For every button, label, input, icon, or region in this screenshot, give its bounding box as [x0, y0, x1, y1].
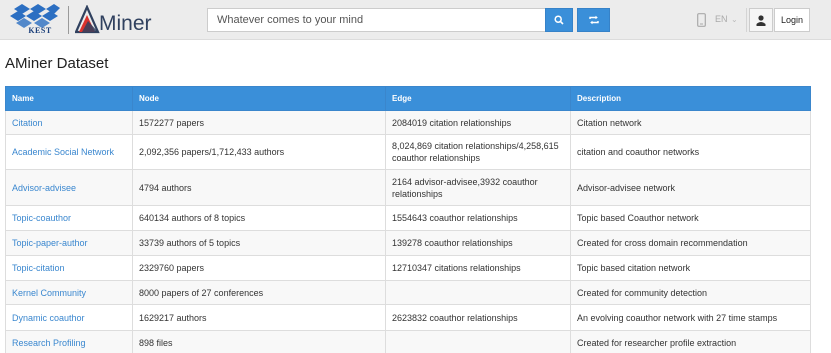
table-row: Dynamic coauthor 1629217 authors 2623832…	[5, 304, 811, 331]
node-cell: 898 files	[132, 330, 386, 353]
description-cell: Created for community detection	[570, 280, 811, 305]
dataset-link[interactable]: Kernel Community	[12, 288, 86, 298]
user-button[interactable]	[749, 8, 773, 32]
top-navigation-bar: KEST Miner Whatever comes to your mind E…	[0, 0, 831, 40]
table-row: Academic Social Network 2,092,356 papers…	[5, 134, 811, 170]
kest-logo[interactable]: KEST	[6, 3, 62, 37]
node-cell: 640134 authors of 8 topics	[132, 205, 386, 231]
dataset-name-cell: Citation	[5, 110, 133, 135]
description-cell: Created for researcher profile extractio…	[570, 330, 811, 353]
dataset-link[interactable]: Topic-paper-author	[12, 238, 88, 248]
edge-cell	[385, 330, 571, 353]
edge-cell: 8,024,869 citation relationships/4,258,6…	[385, 134, 571, 170]
dataset-name-cell: Topic-coauthor	[5, 205, 133, 231]
swap-button[interactable]	[577, 8, 610, 32]
logo-divider	[68, 6, 69, 34]
description-cell: Topic based Coauthor network	[570, 205, 811, 231]
dataset-link[interactable]: Topic-citation	[12, 263, 65, 273]
search-icon	[554, 15, 564, 25]
table-row: Citation 1572277 papers 2084019 citation…	[5, 110, 811, 135]
dataset-link[interactable]: Academic Social Network	[12, 147, 114, 157]
login-button[interactable]: Login	[774, 8, 810, 32]
description-cell: citation and coauthor networks	[570, 134, 811, 170]
toolbar-divider	[746, 8, 747, 32]
edge-cell: 12710347 citations relationships	[385, 255, 571, 281]
kest-logo-text: KEST	[28, 26, 52, 35]
edge-cell	[385, 280, 571, 305]
description-cell: An evolving coauthor network with 27 tim…	[570, 304, 811, 331]
node-cell: 2329760 papers	[132, 255, 386, 281]
description-cell: Created for cross domain recommendation	[570, 230, 811, 256]
mobile-phone-icon[interactable]	[697, 13, 706, 27]
chevron-down-icon[interactable]: ⌄	[731, 15, 738, 24]
search-button[interactable]	[545, 8, 573, 32]
language-selector[interactable]: EN	[715, 14, 728, 24]
table-row: Advisor-advisee 4794 authors 2164 adviso…	[5, 169, 811, 206]
dataset-name-cell: Topic-paper-author	[5, 230, 133, 256]
dataset-name-cell: Research Profiling	[5, 330, 133, 353]
node-cell: 1572277 papers	[132, 110, 386, 135]
user-icon	[756, 14, 766, 26]
column-header-name: Name	[5, 86, 133, 111]
table-header-row: Name Node Edge Description	[5, 86, 811, 111]
swap-icon	[588, 15, 599, 25]
description-cell: Topic based citation network	[570, 255, 811, 281]
description-cell: Advisor-advisee network	[570, 169, 811, 206]
edge-cell: 2623832 coauthor relationships	[385, 304, 571, 331]
dataset-table: Name Node Edge Description Citation 1572…	[5, 86, 811, 353]
dataset-link[interactable]: Citation	[12, 118, 43, 128]
edge-cell: 2084019 citation relationships	[385, 110, 571, 135]
table-row: Topic-citation 2329760 papers 12710347 c…	[5, 255, 811, 281]
dataset-link[interactable]: Dynamic coauthor	[12, 313, 85, 323]
table-row: Kernel Community 8000 papers of 27 confe…	[5, 280, 811, 305]
edge-cell: 139278 coauthor relationships	[385, 230, 571, 256]
node-cell: 4794 authors	[132, 169, 386, 206]
column-header-node: Node	[132, 86, 386, 111]
column-header-edge: Edge	[385, 86, 571, 111]
dataset-link[interactable]: Advisor-advisee	[12, 183, 76, 193]
dataset-name-cell: Advisor-advisee	[5, 169, 133, 206]
dataset-link[interactable]: Research Profiling	[12, 338, 86, 348]
search-input[interactable]: Whatever comes to your mind	[207, 8, 545, 32]
edge-cell: 2164 advisor-advisee,3932 coauthor relat…	[385, 169, 571, 206]
page-title: AMiner Dataset	[5, 55, 109, 72]
dataset-name-cell: Dynamic coauthor	[5, 304, 133, 331]
dataset-name-cell: Kernel Community	[5, 280, 133, 305]
dataset-name-cell: Academic Social Network	[5, 134, 133, 170]
column-header-description: Description	[570, 86, 811, 111]
node-cell: 8000 papers of 27 conferences	[132, 280, 386, 305]
node-cell: 2,092,356 papers/1,712,433 authors	[132, 134, 386, 170]
table-row: Research Profiling 898 files Created for…	[5, 330, 811, 353]
dataset-link[interactable]: Topic-coauthor	[12, 213, 71, 223]
table-row: Topic-coauthor 640134 authors of 8 topic…	[5, 205, 811, 231]
node-cell: 1629217 authors	[132, 304, 386, 331]
aminer-logo[interactable]: Miner	[75, 4, 155, 36]
description-cell: Citation network	[570, 110, 811, 135]
dataset-name-cell: Topic-citation	[5, 255, 133, 281]
aminer-logo-mark	[75, 5, 100, 34]
aminer-logo-text: Miner	[99, 12, 152, 35]
table-row: Topic-paper-author 33739 authors of 5 to…	[5, 230, 811, 256]
edge-cell: 1554643 coauthor relationships	[385, 205, 571, 231]
node-cell: 33739 authors of 5 topics	[132, 230, 386, 256]
